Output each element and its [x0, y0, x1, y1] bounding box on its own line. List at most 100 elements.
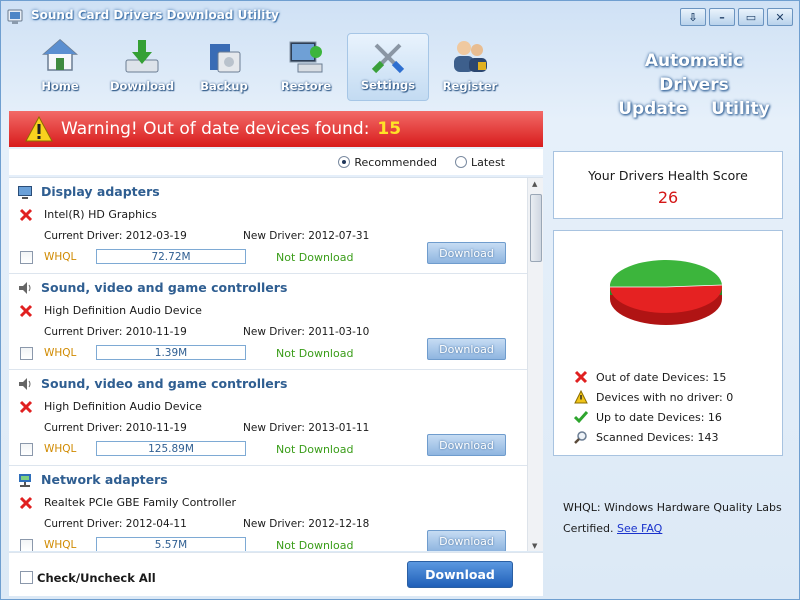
speaker-icon: [19, 378, 31, 390]
backup-icon: [210, 44, 241, 73]
stat-no-driver-label: Devices with no driver: 0: [596, 390, 734, 404]
toolbar-download-label: Download: [109, 79, 175, 93]
size-bar: 1.39M: [96, 345, 246, 360]
current-driver: Current Driver: 2010-11-19: [44, 326, 187, 338]
warning-icon: [574, 390, 588, 404]
red-x-icon: [574, 370, 588, 384]
tools-icon: [371, 43, 405, 74]
list-item: Sound, video and game controllers High D…: [9, 274, 527, 370]
toolbar-register-label: Register: [442, 79, 498, 93]
whql-label: WHQL: [44, 347, 77, 359]
window-title: Sound Card Drivers Download Utility: [31, 8, 279, 22]
health-score-title: Your Drivers Health Score: [588, 168, 748, 183]
driver-version-options: Recommended Latest: [9, 149, 543, 175]
size-bar: 5.57M: [96, 537, 246, 551]
menu-button[interactable]: ⇩: [680, 8, 706, 26]
device-list: Display adapters Intel(R) HD Graphics Cu…: [9, 177, 543, 551]
size-bar: 125.89M: [96, 441, 246, 456]
new-driver: New Driver: 2012-07-31: [243, 230, 370, 242]
stat-up-to-date-label: Up to date Devices: 16: [596, 410, 722, 424]
radio-recommended[interactable]: Recommended: [338, 156, 437, 169]
toolbar-settings-label: Settings: [360, 78, 416, 92]
stat-out-of-date-label: Out of date Devices: 15: [596, 370, 727, 384]
see-faq-link[interactable]: See FAQ: [617, 522, 662, 535]
download-button[interactable]: Download: [427, 338, 506, 360]
toolbar-home-label: Home: [41, 79, 79, 93]
download-all-button[interactable]: Download: [407, 561, 513, 588]
brand-line-1: Automatic Drivers: [644, 51, 744, 95]
new-driver: New Driver: 2011-03-10: [243, 326, 370, 338]
list-item: Display adapters Intel(R) HD Graphics Cu…: [9, 178, 527, 274]
toolbar-backup[interactable]: Backup: [183, 33, 265, 101]
toolbar-restore-label: Restore: [280, 79, 332, 93]
category-title: Display adapters: [41, 184, 160, 199]
radio-recommended-dot[interactable]: [338, 156, 351, 168]
current-driver: Current Driver: 2010-11-19: [44, 422, 187, 434]
green-check-icon: [574, 411, 588, 424]
device-name: Intel(R) HD Graphics: [44, 208, 157, 221]
toolbar-register[interactable]: Register: [429, 33, 511, 101]
toolbar-restore[interactable]: Restore: [265, 33, 347, 101]
toolbar-backup-label: Backup: [200, 79, 248, 93]
home-icon: [42, 39, 78, 71]
app-logo-icon: [7, 9, 23, 24]
device-name: Realtek PCIe GBE Family Controller: [44, 496, 237, 509]
speaker-icon: [19, 282, 31, 294]
device-stats-panel: Out of date Devices: 15 Devices with no …: [553, 230, 783, 456]
app-window: Sound Card Drivers Download Utility ⇩ – …: [0, 0, 800, 600]
category-title: Sound, video and game controllers: [41, 280, 288, 295]
list-item: Sound, video and game controllers High D…: [9, 370, 527, 466]
title-bar[interactable]: Sound Card Drivers Download Utility ⇩ – …: [1, 1, 799, 31]
device-checkbox[interactable]: [20, 347, 33, 360]
network-icon: [19, 474, 31, 487]
new-driver: New Driver: 2013-01-11: [243, 422, 370, 434]
radio-latest[interactable]: Latest: [455, 156, 505, 169]
download-button[interactable]: Download: [427, 242, 506, 264]
toolbar-settings[interactable]: Settings: [347, 33, 429, 101]
health-score-panel: Your Drivers Health Score 26: [553, 151, 783, 219]
warning-icon: [25, 116, 53, 142]
warning-count: 15: [377, 119, 402, 139]
list-footer: Check/Uncheck All Download: [9, 552, 543, 596]
stat-no-driver: Devices with no driver: 0: [574, 390, 733, 404]
red-x-icon: [19, 208, 33, 222]
current-driver: Current Driver: 2012-03-19: [44, 230, 187, 242]
check-all-label[interactable]: Check/Uncheck All: [37, 571, 156, 585]
stat-up-to-date: Up to date Devices: 16: [574, 410, 722, 424]
scroll-thumb[interactable]: [530, 194, 542, 262]
warning-banner: Warning! Out of date devices found: 15: [9, 111, 543, 147]
list-item: Network adapters Realtek PCIe GBE Family…: [9, 466, 527, 551]
new-driver: New Driver: 2012-12-18: [243, 518, 370, 530]
radio-latest-label: Latest: [471, 155, 505, 169]
scroll-up-icon[interactable]: ▲: [532, 180, 537, 188]
toolbar-home[interactable]: Home: [19, 33, 101, 101]
stat-out-of-date: Out of date Devices: 15: [574, 370, 726, 384]
device-checkbox[interactable]: [20, 539, 33, 551]
red-x-icon: [19, 400, 33, 414]
device-checkbox[interactable]: [20, 251, 33, 264]
magnifier-icon: [574, 431, 587, 444]
health-score-value: 26: [657, 188, 679, 207]
download-icon: [125, 40, 159, 73]
whql-note-text: WHQL: Windows Hardware Quality Labs Cert…: [563, 501, 782, 535]
list-scrollbar[interactable]: ▲ ▼: [527, 178, 543, 551]
brand-line-2: Update Utility: [618, 99, 770, 119]
whql-label: WHQL: [44, 251, 77, 263]
main-toolbar: Home Download Backup Restore Settings Re…: [19, 33, 511, 103]
download-button[interactable]: Download: [427, 530, 506, 551]
health-pie-chart: [609, 259, 723, 325]
close-button[interactable]: ✕: [767, 8, 793, 26]
maximize-button[interactable]: ▭: [738, 8, 764, 26]
users-icon: [454, 41, 487, 72]
download-status: Not Download: [276, 539, 354, 551]
device-name: High Definition Audio Device: [44, 400, 202, 413]
check-all-checkbox[interactable]: [20, 571, 33, 584]
device-checkbox[interactable]: [20, 443, 33, 456]
category-title: Network adapters: [41, 472, 168, 487]
minimize-button[interactable]: –: [709, 8, 735, 26]
download-button[interactable]: Download: [427, 434, 506, 456]
radio-latest-dot[interactable]: [455, 156, 467, 168]
toolbar-download[interactable]: Download: [101, 33, 183, 101]
scroll-down-icon[interactable]: ▼: [532, 542, 537, 550]
size-bar: 72.72M: [96, 249, 246, 264]
